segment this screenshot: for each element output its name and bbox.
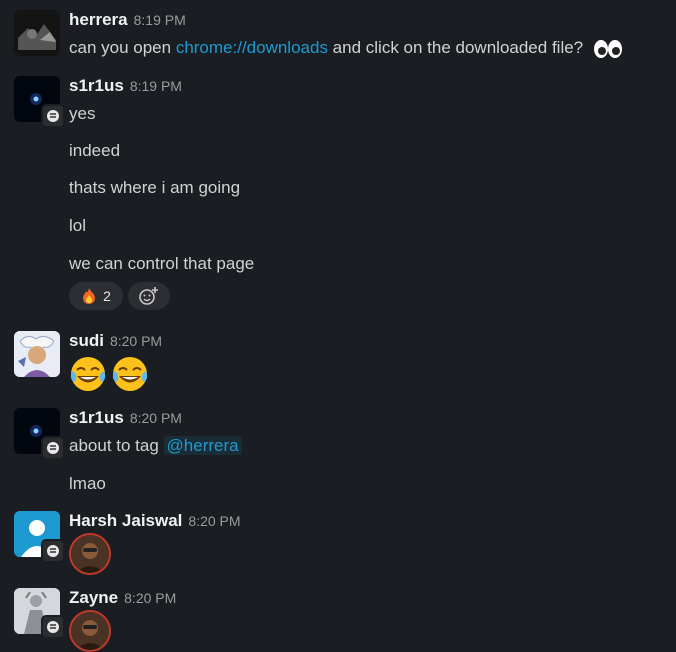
message-line: yes (69, 104, 96, 123)
text-part: and click on the downloaded file? (327, 38, 584, 57)
timestamp[interactable]: 8:20 PM (188, 513, 240, 529)
username-text[interactable]: herrera (69, 10, 128, 29)
username-s1r1us[interactable]: s1r1us 8:19 PM (69, 76, 182, 96)
message-text: about to tag @herrera (69, 436, 242, 456)
timestamp[interactable]: 8:20 PM (110, 333, 162, 349)
username-s1r1us[interactable]: s1r1us 8:20 PM (69, 408, 182, 428)
emoji-row (69, 355, 151, 398)
eyes-emoji-icon (593, 39, 622, 58)
username-zayne[interactable]: Zayne 8:20 PM (69, 588, 176, 608)
status-badge (41, 436, 65, 460)
badge-icon (47, 110, 59, 122)
fire-emoji-icon (83, 288, 96, 304)
reaction-fire[interactable]: 2 (69, 282, 123, 310)
username-text[interactable]: Zayne (69, 588, 118, 607)
username-sudi[interactable]: sudi 8:20 PM (69, 331, 162, 351)
timestamp[interactable]: 8:20 PM (130, 410, 182, 426)
avatar-image (14, 331, 60, 377)
timestamp[interactable]: 8:19 PM (130, 78, 182, 94)
badge-icon (47, 621, 59, 633)
message-line: lmao (69, 474, 106, 493)
avatar-image (71, 612, 109, 650)
message-line: lol (69, 216, 87, 235)
username-text[interactable]: s1r1us (69, 76, 124, 95)
username-harsh-jaiswal[interactable]: Harsh Jaiswal 8:20 PM (69, 511, 241, 531)
avatar-sudi[interactable] (14, 331, 60, 377)
status-badge (41, 104, 65, 128)
text-part: can you open (69, 38, 176, 57)
badge-icon (47, 442, 59, 454)
avatar-image (14, 10, 60, 56)
badge-icon (47, 545, 59, 557)
add-reaction-icon (139, 287, 158, 305)
tears-of-joy-emoji-icon (70, 357, 148, 391)
message-text: can you open chrome://downloads and clic… (69, 38, 624, 59)
status-badge (41, 539, 65, 563)
username-herrera[interactable]: herrera 8:19 PM (69, 10, 186, 30)
add-reaction-button[interactable] (128, 282, 170, 310)
thread-participant-avatar[interactable] (69, 533, 111, 575)
downloads-link[interactable]: chrome://downloads (176, 38, 328, 57)
reaction-count: 2 (103, 288, 111, 304)
username-text[interactable]: Harsh Jaiswal (69, 511, 182, 530)
status-badge (41, 615, 65, 639)
user-mention[interactable]: @herrera (163, 436, 242, 455)
username-text[interactable]: s1r1us (69, 408, 124, 427)
avatar-herrera[interactable] (14, 10, 60, 56)
thread-participant-avatar[interactable] (69, 610, 111, 652)
timestamp[interactable]: 8:19 PM (134, 12, 186, 28)
message-line: we can control that page (69, 254, 255, 273)
message-line: thats where i am going (69, 178, 241, 197)
text-part: about to tag (69, 436, 164, 455)
avatar-image (71, 535, 109, 573)
timestamp[interactable]: 8:20 PM (124, 590, 176, 606)
message-line: indeed (69, 141, 121, 160)
username-text[interactable]: sudi (69, 331, 104, 350)
